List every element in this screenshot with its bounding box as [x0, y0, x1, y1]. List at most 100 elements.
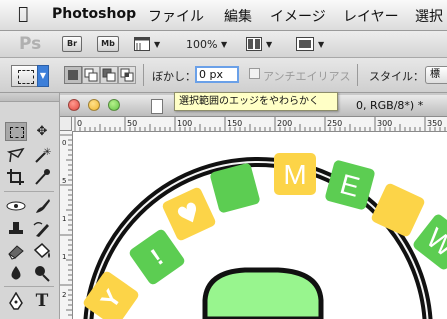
application-bar: Ps Br Mb ▼ 100% ▼ ▼ ▼: [0, 31, 447, 58]
tile-m-letter: M: [283, 159, 306, 190]
healing-brush-icon: [6, 201, 26, 211]
ruler-label: 5: [62, 177, 66, 185]
history-brush-tool[interactable]: [31, 220, 53, 239]
document-proxy-icon[interactable]: [151, 99, 163, 114]
magic-wand-icon: ✳: [35, 147, 51, 163]
menu-file[interactable]: ファイル: [148, 6, 204, 26]
tools-panel-header[interactable]: [0, 93, 59, 102]
pen-tool[interactable]: [5, 291, 27, 311]
view-extras-chevron-icon[interactable]: ▼: [154, 40, 160, 49]
antialias-label: アンチエイリアス: [263, 70, 351, 83]
feather-label: ぼかし：: [152, 70, 196, 83]
vertical-ruler-ticks: 0 5 1 1 2: [60, 134, 72, 316]
menu-edit[interactable]: 編集: [224, 6, 252, 26]
quick-selection-tool[interactable]: ✳: [31, 146, 53, 165]
ruler-origin[interactable]: [60, 117, 72, 131]
spot-healing-tool[interactable]: [5, 197, 27, 216]
ruler-label: 250: [327, 119, 342, 128]
blur-tool[interactable]: [5, 264, 27, 283]
menu-layer[interactable]: レイヤー: [343, 6, 399, 26]
arrange-documents-icon: [246, 37, 262, 51]
menu-image[interactable]: イメージ: [270, 6, 326, 26]
clone-stamp-tool[interactable]: [5, 220, 27, 239]
rect-marquee-preset-icon: [18, 70, 34, 84]
minimize-window-button[interactable]: [88, 99, 100, 111]
artwork: Y ! ♥ M E W: [83, 153, 447, 319]
feather-input[interactable]: [195, 66, 239, 83]
new-selection-button[interactable]: [64, 66, 82, 84]
eyedropper-tool[interactable]: [31, 168, 53, 187]
screen-mode-chevron-icon[interactable]: ▼: [318, 40, 324, 49]
brush-icon: [36, 199, 50, 213]
subtract-selection-icon: [102, 68, 116, 82]
arrange-chevron-icon[interactable]: ▼: [266, 40, 272, 49]
tile-heart: ♥: [162, 187, 216, 241]
menu-app-name[interactable]: Photoshop: [52, 6, 136, 22]
ruler-label: 50: [127, 119, 137, 128]
antialias-checkbox[interactable]: [249, 68, 260, 79]
tile-m: M: [274, 153, 316, 195]
style-label: スタイル：: [369, 70, 424, 83]
dodge-tool[interactable]: [31, 264, 53, 283]
paint-bucket-icon: [33, 242, 51, 259]
vertical-ruler[interactable]: 0 5 1 1 2: [60, 131, 73, 319]
new-selection-icon: [68, 70, 78, 80]
ruler-label: 1: [62, 215, 66, 223]
menu-bar:  Photoshop ファイル 編集 イメージ レイヤー 選択: [0, 0, 447, 31]
paint-bucket-tool[interactable]: [31, 242, 53, 261]
type-tool[interactable]: T: [31, 292, 53, 311]
menu-select[interactable]: 選択: [415, 6, 443, 26]
ruler-label: 0: [62, 139, 66, 147]
ps-logo: Ps: [19, 34, 42, 54]
apple-menu-icon[interactable]: : [18, 4, 28, 24]
tools-divider: [4, 191, 54, 192]
preset-dropdown-chevron-icon[interactable]: ▼: [37, 65, 49, 87]
mini-bridge-button[interactable]: Mb: [97, 36, 119, 52]
view-extras-button[interactable]: [134, 36, 150, 51]
options-divider: [143, 64, 144, 86]
document-canvas[interactable]: Y ! ♥ M E W: [73, 132, 447, 319]
eraser-tool[interactable]: [5, 242, 27, 261]
bridge-button[interactable]: Br: [62, 36, 82, 52]
zoom-chevron-icon[interactable]: ▼: [221, 40, 227, 49]
brush-tool[interactable]: [31, 197, 53, 216]
move-icon: ✥: [36, 124, 48, 139]
svg-text:✳: ✳: [43, 147, 51, 158]
screen-mode-button[interactable]: [296, 36, 314, 51]
dodge-icon: [35, 266, 50, 282]
history-brush-icon: [33, 222, 49, 237]
horizontal-ruler-ticks: 050100150200250300350400: [74, 117, 446, 131]
arrange-documents-button[interactable]: [246, 36, 262, 51]
document-title: 0, RGB/8*) *: [356, 99, 424, 112]
subtract-from-selection-button[interactable]: [100, 66, 118, 84]
ruler-label: 150: [227, 119, 242, 128]
horizontal-ruler[interactable]: 050100150200250300350400: [72, 117, 447, 132]
add-to-selection-button[interactable]: [82, 66, 100, 84]
intersect-selection-icon: [120, 68, 134, 82]
ruler-label: 1: [62, 253, 66, 261]
move-tool[interactable]: ✥: [31, 122, 53, 141]
ruler-label: 300: [377, 119, 392, 128]
rectangular-marquee-tool[interactable]: [5, 122, 27, 141]
pen-icon: [9, 291, 23, 310]
zoom-window-button[interactable]: [108, 99, 120, 111]
intersect-selection-button[interactable]: [118, 66, 136, 84]
feather-tooltip: 選択範囲のエッジをやわらかく: [174, 92, 338, 111]
ruler-label: 100: [177, 119, 192, 128]
options-divider: [357, 64, 358, 86]
crop-tool[interactable]: [5, 168, 27, 187]
view-extras-icon: [134, 37, 150, 51]
marquee-icon: [10, 127, 24, 138]
tools-panel: ✥ ✳ T: [0, 93, 60, 319]
lasso-tool[interactable]: [5, 146, 27, 165]
stamp-icon: [9, 222, 23, 234]
tools-divider: [4, 286, 54, 287]
type-icon: T: [35, 291, 49, 311]
zoom-level[interactable]: 100%: [186, 38, 217, 51]
inner-blob: [202, 267, 324, 319]
screen-mode-icon: [296, 37, 314, 51]
blur-drop-icon: [11, 266, 21, 280]
close-window-button[interactable]: [68, 99, 80, 111]
add-selection-icon: [84, 68, 98, 82]
style-select[interactable]: 標: [425, 66, 447, 84]
